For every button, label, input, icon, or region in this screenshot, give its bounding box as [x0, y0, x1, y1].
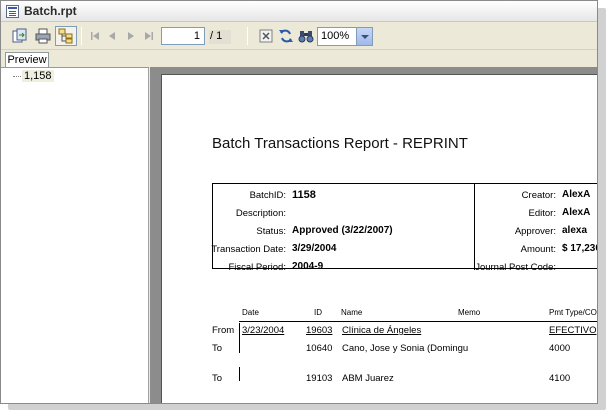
chevron-down-icon[interactable]	[356, 28, 372, 45]
row-direction: To	[212, 373, 223, 384]
row-date: 3/23/2004	[242, 325, 285, 336]
toolbar-separator	[247, 27, 248, 45]
label-editor: Editor:	[528, 208, 556, 219]
export-icon	[12, 28, 27, 43]
stop-button[interactable]	[255, 26, 277, 46]
toggle-group-tree-button[interactable]	[55, 26, 77, 46]
next-page-icon[interactable]	[124, 29, 138, 43]
value-fiscal-period: 2004-9	[292, 261, 324, 272]
group-tree: 1,158	[1, 67, 149, 403]
previous-page-icon[interactable]	[105, 29, 119, 43]
label-fiscal-period: Fiscal Period:	[228, 262, 286, 273]
report-file-icon	[6, 5, 19, 18]
page-total-label: / 1	[209, 30, 231, 44]
refresh-icon	[279, 29, 293, 43]
column-header-rule	[239, 321, 597, 322]
last-page-icon[interactable]	[142, 29, 156, 43]
label-journal-post-code: Journal Post Code:	[475, 262, 556, 273]
report-viewer-window: Batch.rpt 1 / 1 100% Preview 1,158 Batch…	[0, 0, 598, 404]
value-amount: $ 17,230	[562, 243, 598, 254]
report-preview-area[interactable]: Batch Transactions Report - REPRINT Batc…	[150, 67, 598, 404]
row-name: Clínica de Ángeles	[342, 325, 422, 336]
column-header-pmt-type: Pmt Type/COA	[549, 308, 598, 317]
label-status: Status:	[256, 226, 286, 237]
column-header-memo: Memo	[458, 308, 481, 317]
value-batch-id: 1158	[292, 189, 316, 201]
label-amount: Amount:	[520, 244, 556, 255]
zoom-value: 100%	[321, 30, 350, 42]
report-page: Batch Transactions Report - REPRINT Batc…	[161, 74, 598, 404]
printer-icon	[35, 28, 51, 44]
search-text-button[interactable]	[295, 26, 317, 46]
zoom-select[interactable]: 100%	[317, 27, 373, 46]
toolbar: / 1 100%	[1, 23, 597, 50]
first-page-icon[interactable]	[88, 29, 102, 43]
column-header-name: Name	[341, 308, 363, 317]
report-title: Batch Transactions Report - REPRINT	[212, 135, 468, 152]
row-name: ABM Juarez	[342, 373, 394, 384]
row-id: 19603	[306, 325, 333, 336]
value-creator: AlexA	[562, 189, 591, 200]
row-pmt-type: EFECTIVO	[549, 325, 597, 336]
refresh-button[interactable]	[275, 26, 297, 46]
value-status: Approved (3/22/2007)	[292, 225, 393, 236]
row-id: 10640	[306, 343, 333, 354]
row-direction: To	[212, 343, 223, 354]
row-pmt-type: 4100	[549, 373, 571, 384]
header-divider	[474, 184, 475, 270]
row-bracket	[239, 323, 240, 353]
tree-item-batch[interactable]: 1,158	[22, 70, 54, 82]
batch-header-box: BatchID: Description: Status: Transactio…	[211, 183, 598, 273]
column-header-id: ID	[314, 308, 322, 317]
export-button[interactable]	[9, 26, 31, 46]
row-name: Cano, Jose y Sonia (Domingu	[342, 343, 469, 354]
label-approver: Approver:	[514, 226, 556, 237]
row-id: 19103	[306, 373, 333, 384]
label-transaction-date: Transaction Date:	[211, 244, 286, 255]
value-approver: alexa	[562, 225, 588, 236]
row-bracket	[239, 367, 240, 381]
tree-connector	[13, 76, 21, 77]
toolbar-separator	[81, 27, 82, 45]
row-pmt-type: 4000	[549, 343, 571, 354]
label-creator: Creator:	[521, 190, 556, 201]
binoculars-icon	[298, 31, 314, 43]
left-panel-tabs: Preview	[1, 51, 149, 68]
row-direction: From	[212, 325, 235, 336]
value-editor: AlexA	[562, 207, 591, 218]
close-icon	[259, 29, 273, 43]
title-bar[interactable]: Batch.rpt	[1, 1, 597, 22]
label-batch-id: BatchID:	[249, 190, 286, 201]
tab-preview[interactable]: Preview	[5, 52, 49, 68]
value-transaction-date: 3/29/2004	[292, 243, 337, 254]
row-bracket	[239, 403, 240, 404]
label-description: Description:	[235, 208, 286, 219]
page-number-input[interactable]	[161, 27, 205, 45]
column-header-date: Date	[242, 308, 259, 317]
group-tree-icon	[58, 28, 73, 44]
window-title: Batch.rpt	[24, 4, 77, 18]
print-button[interactable]	[32, 26, 54, 46]
